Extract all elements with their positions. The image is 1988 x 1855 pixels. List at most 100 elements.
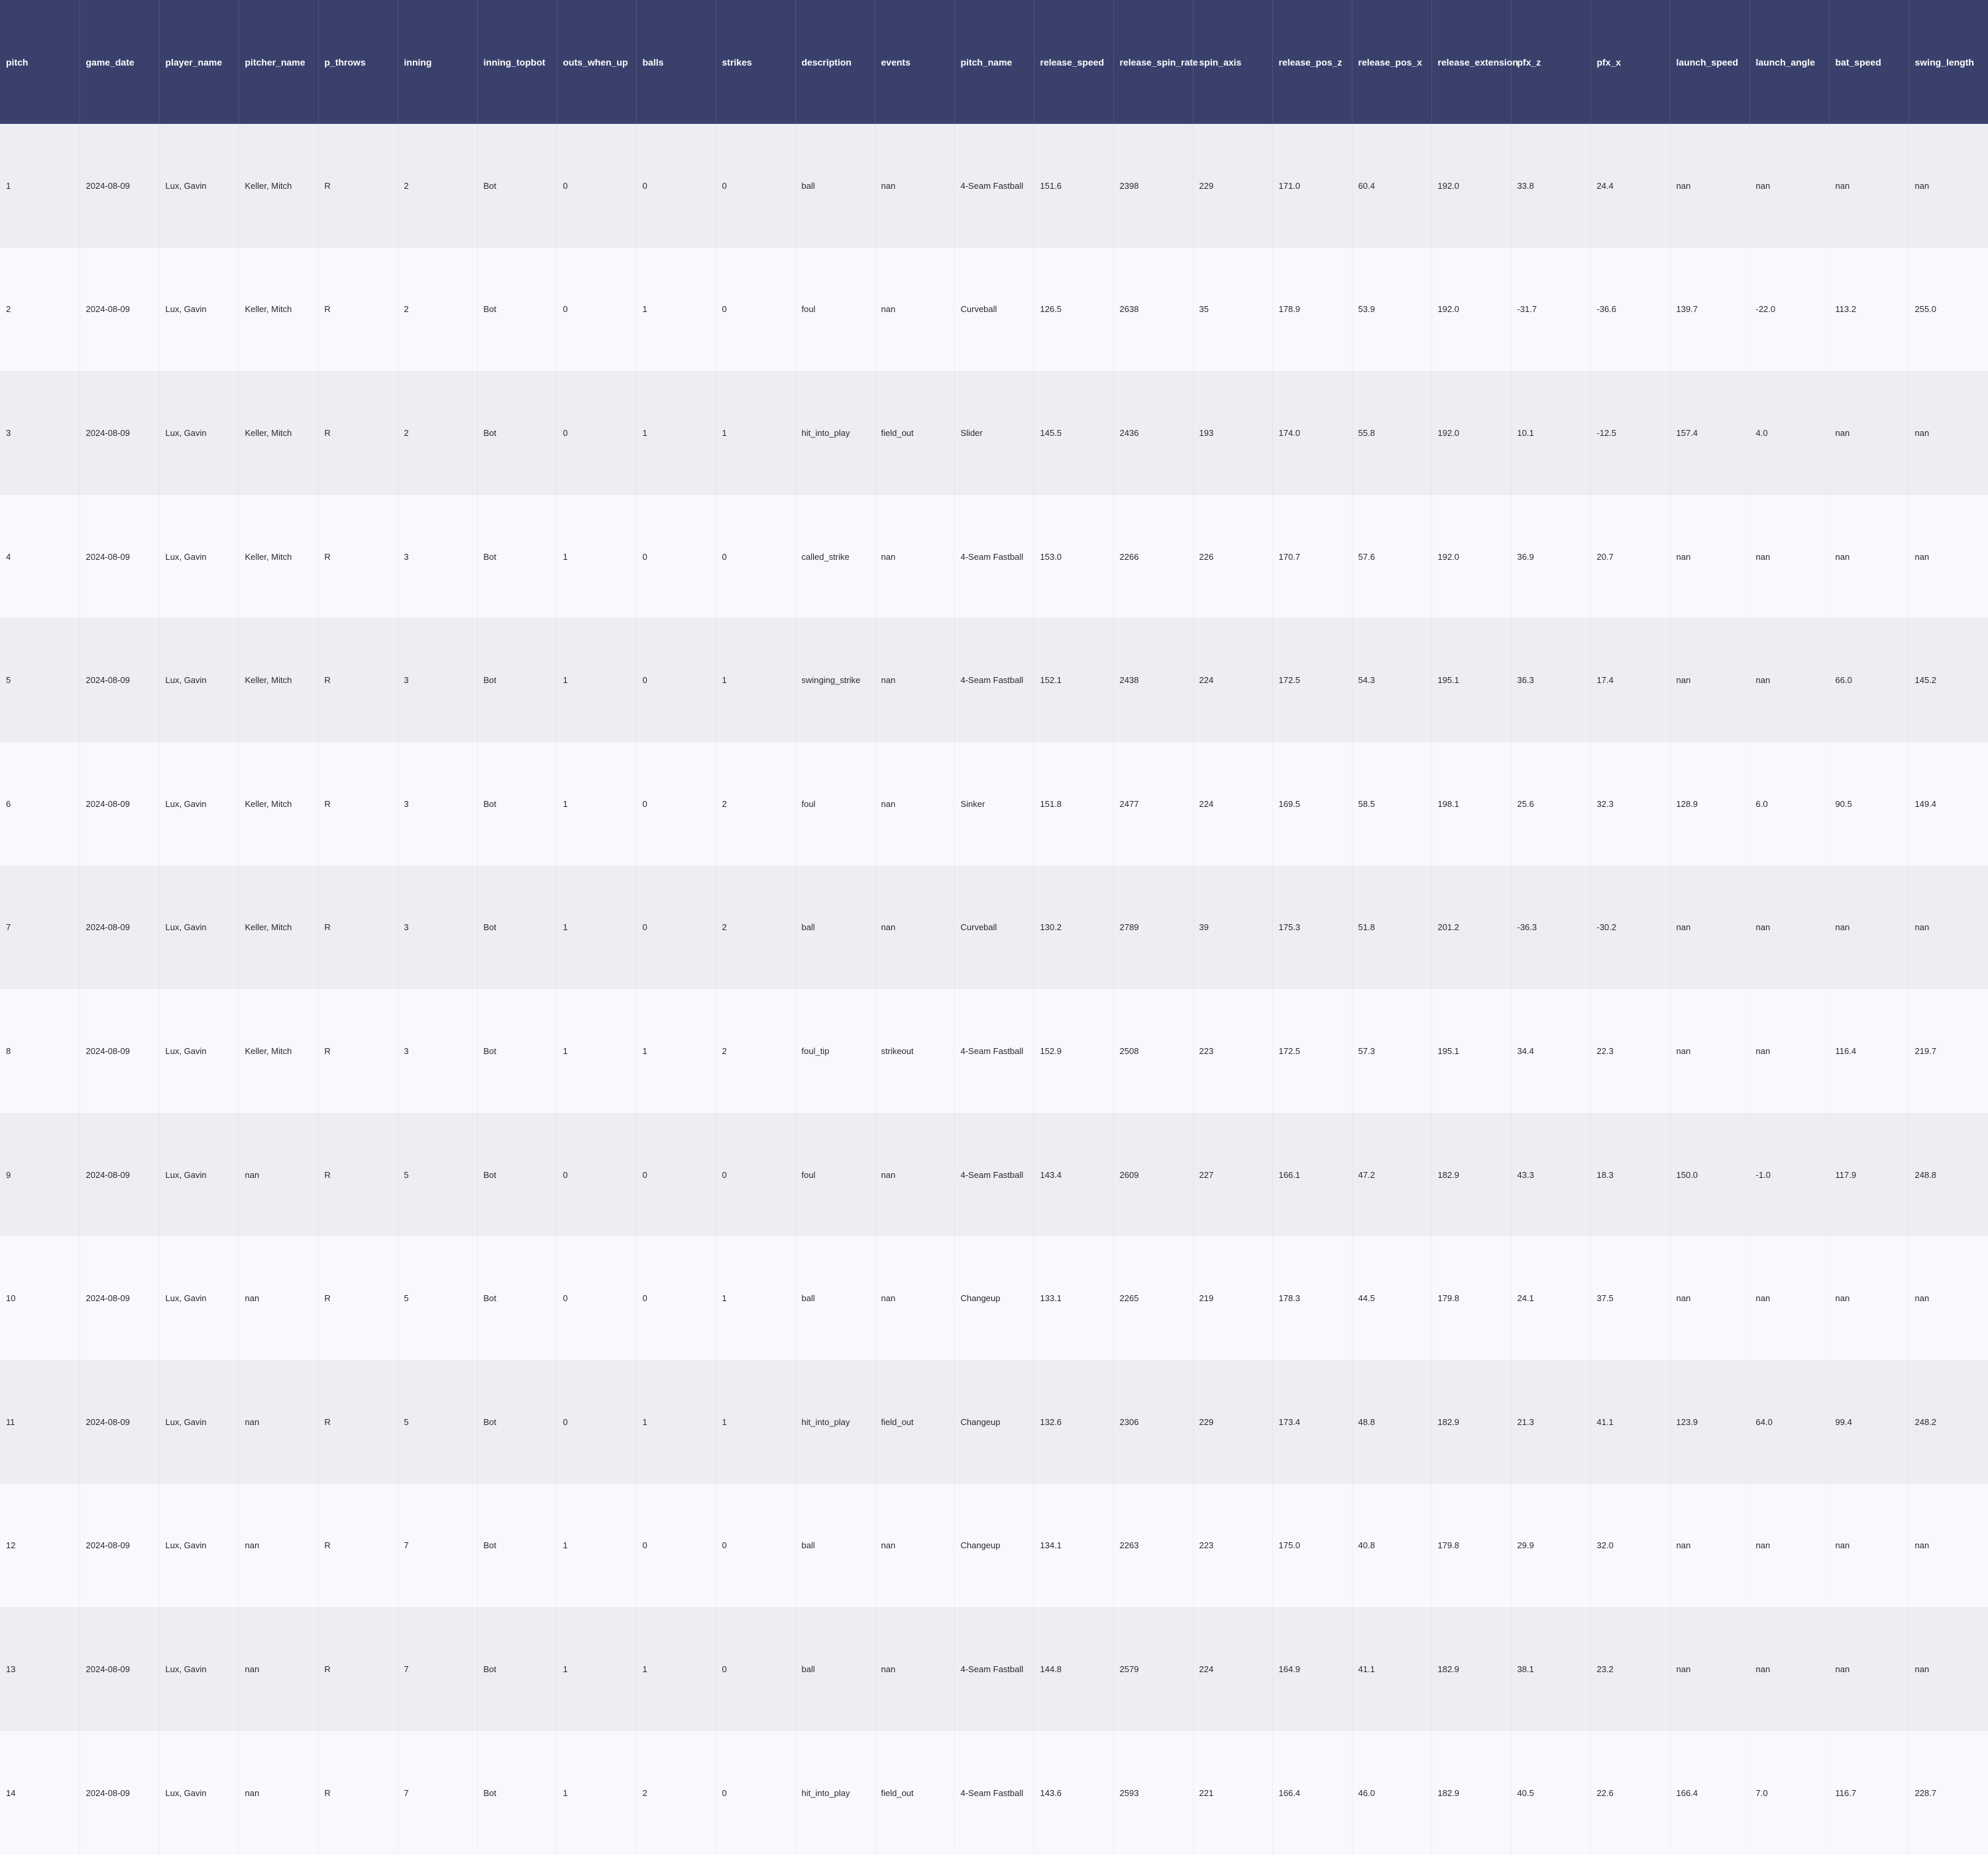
column-header-p-throws[interactable]: p_throws bbox=[318, 0, 398, 124]
table-cell-bat-speed: nan bbox=[1829, 1236, 1908, 1360]
column-header-player-name[interactable]: player_name bbox=[159, 0, 239, 124]
table-cell-game-date: 2024-08-09 bbox=[80, 618, 159, 742]
table-cell-release-extension: 195.1 bbox=[1431, 618, 1511, 742]
table-cell-release-pos-x: 41.1 bbox=[1352, 1607, 1431, 1731]
table-row[interactable]: 11 2024-08-09 Lux, Gavin nan R 5 Bot 0 1 1 hit_int… bbox=[0, 1359, 1988, 1484]
table-cell-release-spin-rate: 2638 bbox=[1113, 248, 1193, 372]
column-header-pitcher-name[interactable]: pitcher_name bbox=[239, 0, 319, 124]
table-cell-release-spin-rate: 2477 bbox=[1113, 742, 1193, 866]
table-cell-launch-angle: -1.0 bbox=[1749, 1113, 1829, 1237]
table-cell-outs-when-up: 0 bbox=[557, 248, 636, 372]
table-cell-events: nan bbox=[875, 495, 954, 619]
table-row[interactable]: 12 2024-08-09 Lux, Gavin nan R 7 Bot 1 0 0 ball nan… bbox=[0, 1483, 1988, 1608]
table-cell-pfx-x: -12.5 bbox=[1590, 371, 1670, 495]
table-cell-p-throws: R bbox=[318, 989, 398, 1113]
table-cell-game-date: 2024-08-09 bbox=[80, 866, 159, 990]
table-cell-balls: 0 bbox=[636, 742, 716, 866]
table-cell-release-spin-rate: 2263 bbox=[1113, 1484, 1193, 1608]
table-cell-swing-length: 228.7 bbox=[1908, 1731, 1988, 1855]
table-row[interactable]: 10 2024-08-09 Lux, Gavin nan R 5 Bot 0 0 1 ball nan… bbox=[0, 1236, 1988, 1360]
table-cell-player-name: Lux, Gavin bbox=[159, 1236, 239, 1360]
table-cell-pfx-z: 24.1 bbox=[1511, 1236, 1590, 1360]
table-row[interactable]: 5 2024-08-09 Lux, Gavin Keller, Mitch R 3 Bot 1… bbox=[0, 618, 1988, 742]
column-header-pitch-name[interactable]: pitch_name bbox=[954, 0, 1034, 124]
table-row[interactable]: 8 2024-08-09 Lux, Gavin Keller, Mitch R 3 Bot 1… bbox=[0, 989, 1988, 1113]
column-header-swing-length[interactable]: swing_length bbox=[1908, 0, 1988, 124]
table-cell-game-date: 2024-08-09 bbox=[80, 1607, 159, 1731]
table-cell-release-pos-z: 175.0 bbox=[1272, 1484, 1352, 1608]
column-header-pfx-x[interactable]: pfx_x bbox=[1590, 0, 1671, 124]
column-header-inning-topbot[interactable]: inning_topbot bbox=[477, 0, 557, 124]
table-cell-strikes: 0 bbox=[716, 1484, 795, 1608]
table-row[interactable]: 3 2024-08-09 Lux, Gavin Keller, Mitch R 2 Bot 0… bbox=[0, 371, 1988, 495]
column-header-balls[interactable]: balls bbox=[636, 0, 716, 124]
table-row[interactable]: 2 2024-08-09 Lux, Gavin Keller, Mitch R 2 Bot 0… bbox=[0, 247, 1988, 372]
table-cell-launch-angle: nan bbox=[1749, 1607, 1829, 1731]
table-cell-launch-speed: nan bbox=[1670, 1236, 1749, 1360]
table-cell-inning-topbot: Bot bbox=[477, 1484, 557, 1608]
column-header-pitch[interactable]: pitch bbox=[0, 0, 80, 124]
table-cell-pitcher-name: nan bbox=[239, 1484, 318, 1608]
table-cell-swing-length: nan bbox=[1908, 124, 1988, 248]
column-header-bat-speed[interactable]: bat_speed bbox=[1829, 0, 1909, 124]
table-cell-release-extension: 192.0 bbox=[1431, 371, 1511, 495]
table-cell-events: nan bbox=[875, 248, 954, 372]
table-cell-bat-speed: 117.9 bbox=[1829, 1113, 1908, 1237]
table-row[interactable]: 4 2024-08-09 Lux, Gavin Keller, Mitch R 3 Bot 1… bbox=[0, 494, 1988, 619]
table-cell-release-speed: 134.1 bbox=[1034, 1484, 1113, 1608]
column-header-release-extension[interactable]: release_extension bbox=[1431, 0, 1518, 124]
table-cell-balls: 0 bbox=[636, 1484, 716, 1608]
table-cell-balls: 0 bbox=[636, 1236, 716, 1360]
table-cell-game-date: 2024-08-09 bbox=[80, 124, 159, 248]
table-cell-inning-topbot: Bot bbox=[477, 1113, 557, 1237]
table-cell-release-pos-z: 174.0 bbox=[1272, 371, 1352, 495]
column-header-strikes[interactable]: strikes bbox=[716, 0, 796, 124]
table-cell-release-spin-rate: 2508 bbox=[1113, 989, 1193, 1113]
table-row[interactable]: 9 2024-08-09 Lux, Gavin nan R 5 Bot 0 0 0 foul nan 4… bbox=[0, 1112, 1988, 1237]
column-header-release-pos-z[interactable]: release_pos_z bbox=[1272, 0, 1353, 124]
table-cell-pitch: 4 bbox=[0, 495, 80, 619]
table-cell-inning: 3 bbox=[398, 866, 477, 990]
table-cell-launch-angle: nan bbox=[1749, 618, 1829, 742]
table-cell-launch-angle: nan bbox=[1749, 1236, 1829, 1360]
table-cell-player-name: Lux, Gavin bbox=[159, 742, 239, 866]
table-cell-player-name: Lux, Gavin bbox=[159, 1731, 239, 1855]
table-row[interactable]: 1 2024-08-09 Lux, Gavin Keller, Mitch R 2 Bot 0… bbox=[0, 124, 1988, 248]
table-cell-release-speed: 143.4 bbox=[1034, 1113, 1113, 1237]
table-cell-bat-speed: nan bbox=[1829, 124, 1908, 248]
column-header-release-spin-rate[interactable]: release_spin_rate bbox=[1113, 0, 1198, 124]
table-cell-description: ball bbox=[795, 124, 875, 248]
column-header-description[interactable]: description bbox=[795, 0, 875, 124]
table-cell-p-throws: R bbox=[318, 371, 398, 495]
table-cell-pitcher-name: Keller, Mitch bbox=[239, 371, 318, 495]
table-cell-pitch-name: Sinker bbox=[954, 742, 1034, 866]
table-cell-player-name: Lux, Gavin bbox=[159, 866, 239, 990]
column-header-release-pos-x[interactable]: release_pos_x bbox=[1352, 0, 1432, 124]
column-header-inning[interactable]: inning bbox=[398, 0, 478, 124]
column-header-outs-when-up[interactable]: outs_when_up bbox=[557, 0, 637, 124]
table-row[interactable]: 6 2024-08-09 Lux, Gavin Keller, Mitch R 3 Bot 1… bbox=[0, 741, 1988, 866]
table-row[interactable]: 7 2024-08-09 Lux, Gavin Keller, Mitch R 3 Bot 1… bbox=[0, 865, 1988, 990]
column-header-release-speed[interactable]: release_speed bbox=[1034, 0, 1114, 124]
table-cell-game-date: 2024-08-09 bbox=[80, 989, 159, 1113]
table-cell-launch-speed: 128.9 bbox=[1670, 742, 1749, 866]
table-cell-balls: 0 bbox=[636, 495, 716, 619]
table-cell-release-pos-z: 175.3 bbox=[1272, 866, 1352, 990]
table-cell-inning: 7 bbox=[398, 1731, 477, 1855]
table-cell-launch-angle: -22.0 bbox=[1749, 248, 1829, 372]
column-header-game-date[interactable]: game_date bbox=[80, 0, 160, 124]
table-body: 1 2024-08-09 Lux, Gavin Keller, Mitch R 2 Bot 0… bbox=[0, 124, 1988, 1855]
column-header-launch-angle[interactable]: launch_angle bbox=[1749, 0, 1830, 124]
table-cell-balls: 0 bbox=[636, 1113, 716, 1237]
table-cell-release-pos-z: 170.7 bbox=[1272, 495, 1352, 619]
column-header-events[interactable]: events bbox=[875, 0, 955, 124]
table-cell-release-speed: 151.8 bbox=[1034, 742, 1113, 866]
column-header-spin-axis[interactable]: spin_axis bbox=[1193, 0, 1273, 124]
table-cell-spin-axis: 229 bbox=[1193, 124, 1272, 248]
table-row[interactable]: 14 2024-08-09 Lux, Gavin nan R 7 Bot 1 2 0 hit_int… bbox=[0, 1730, 1988, 1855]
table-cell-inning: 2 bbox=[398, 248, 477, 372]
table-cell-swing-length: nan bbox=[1908, 495, 1988, 619]
table-row[interactable]: 13 2024-08-09 Lux, Gavin nan R 7 Bot 1 1 0 ball nan… bbox=[0, 1607, 1988, 1731]
column-header-launch-speed[interactable]: launch_speed bbox=[1670, 0, 1750, 124]
column-header-pfx-z[interactable]: pfx_z bbox=[1511, 0, 1591, 124]
